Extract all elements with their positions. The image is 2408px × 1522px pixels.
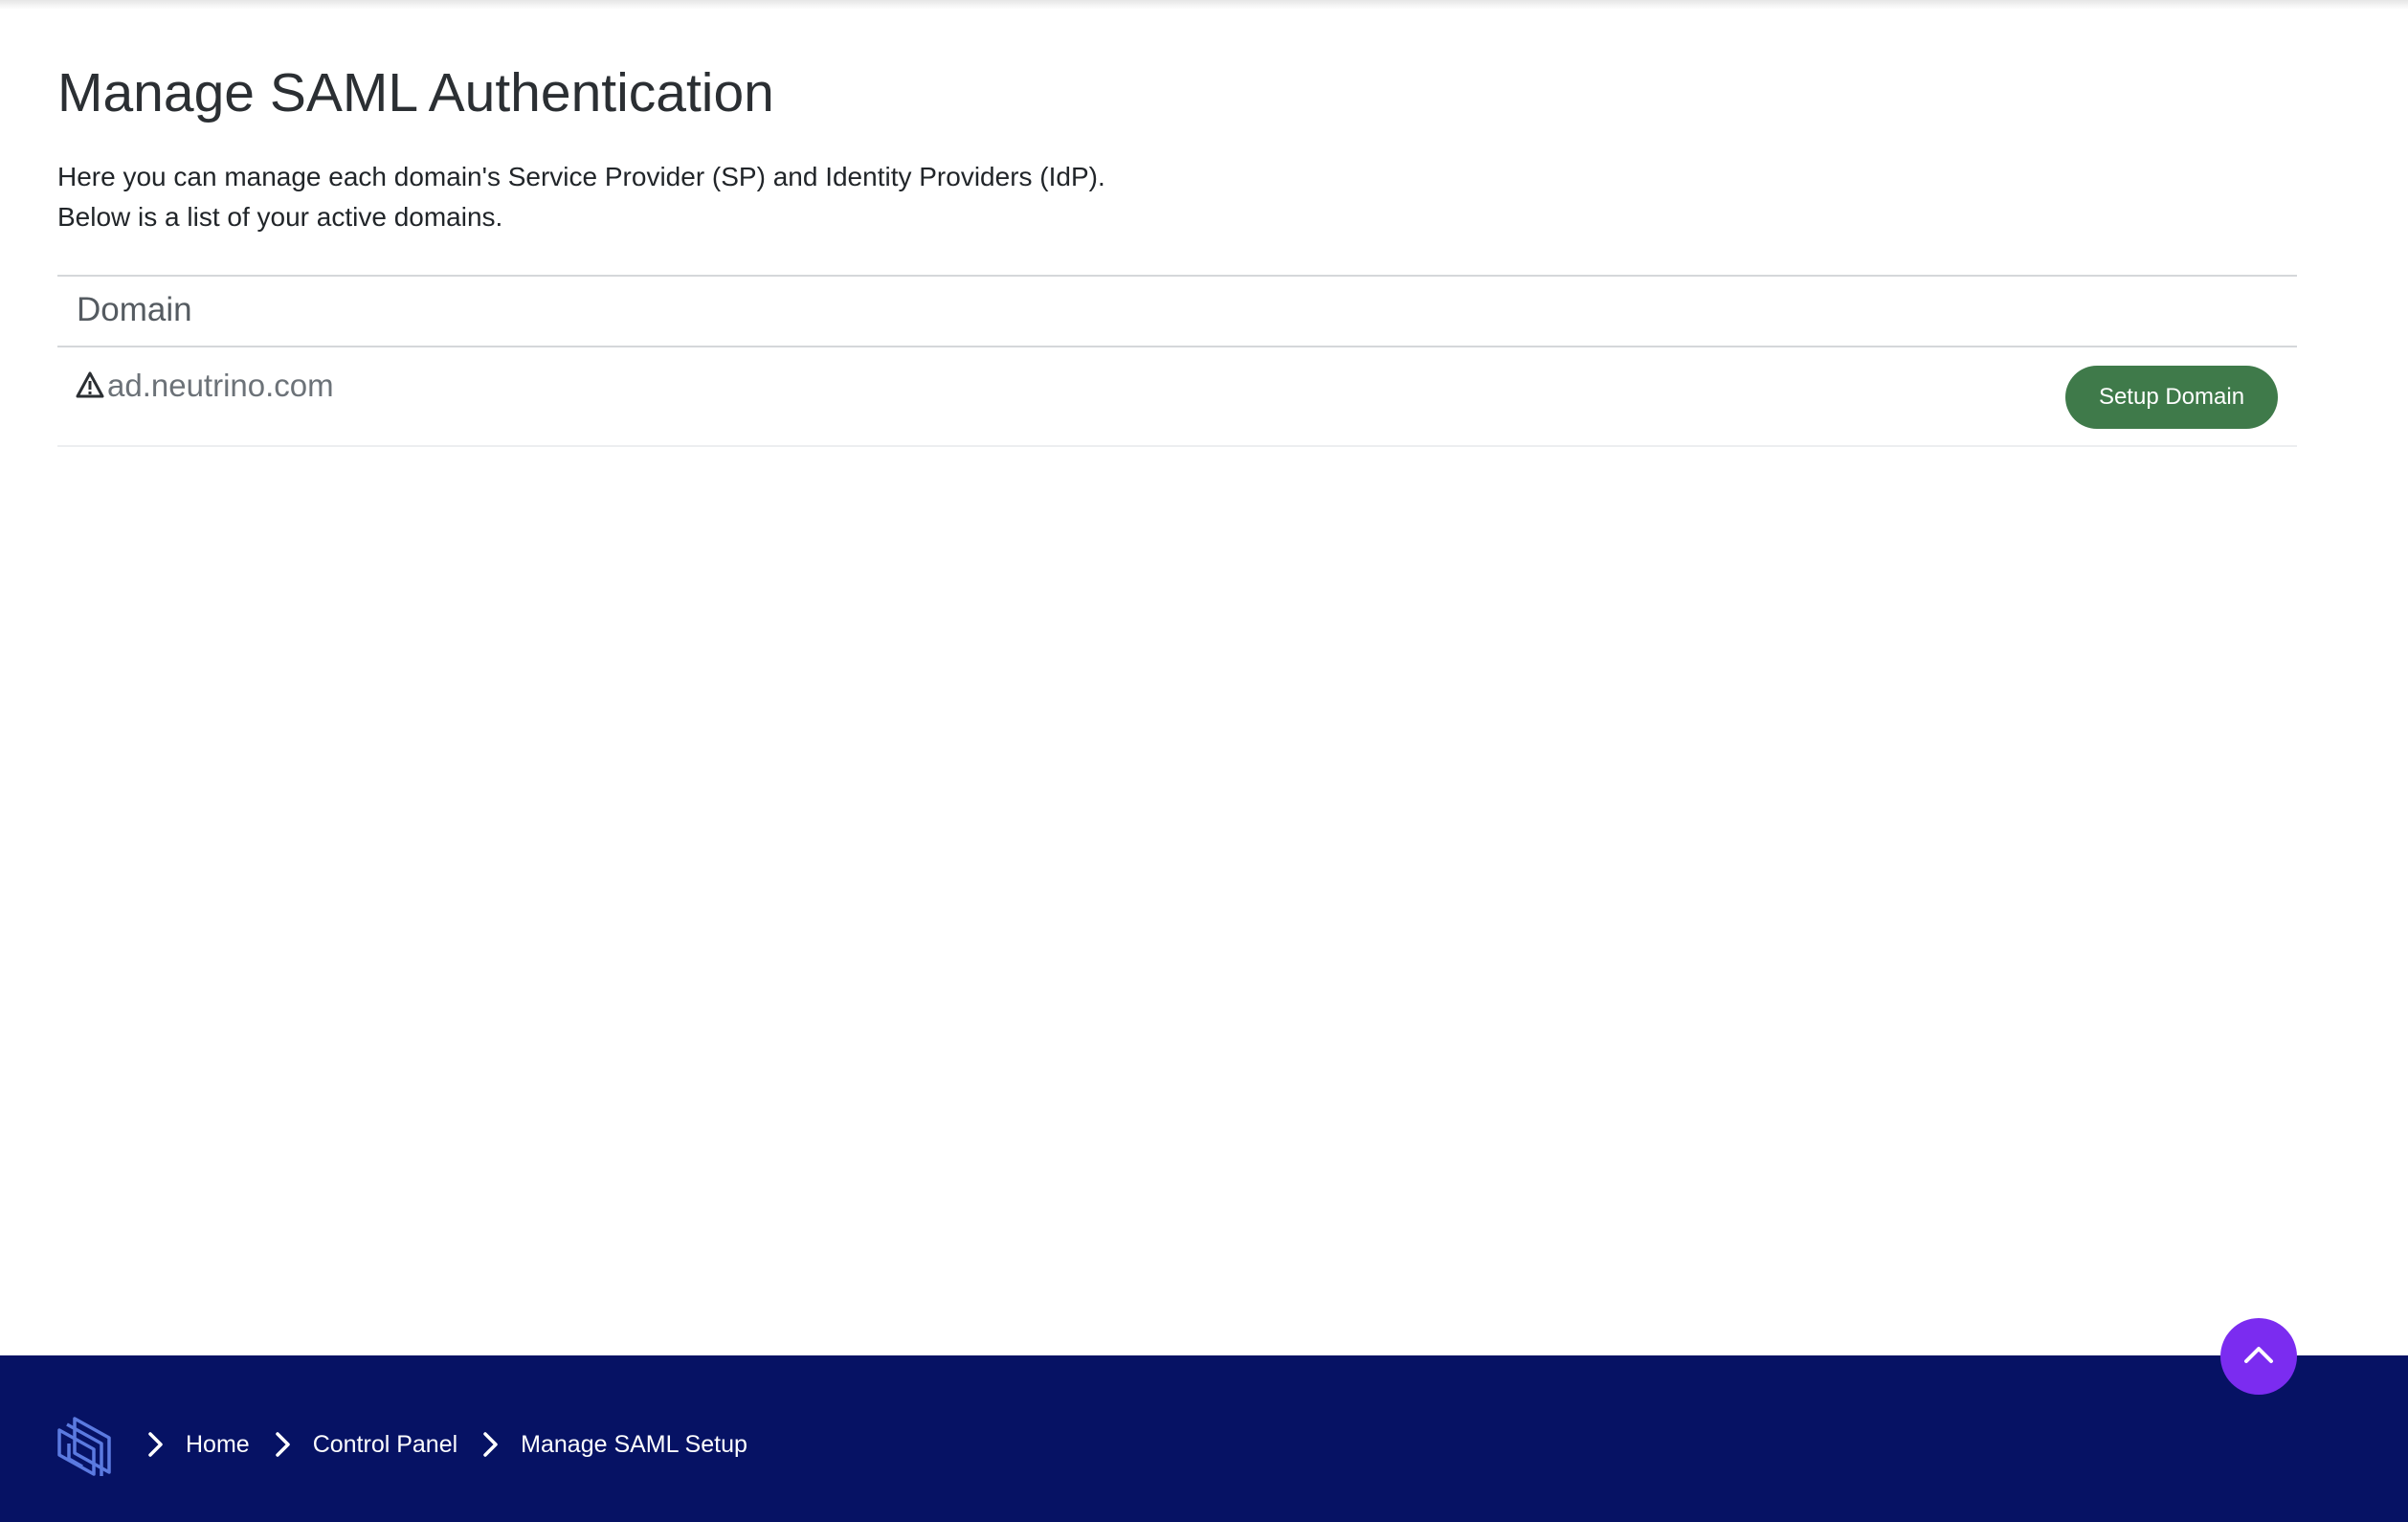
chevron-right-icon (144, 1430, 167, 1459)
domains-table: Domain ad.neutrino.com Setup Domain (57, 275, 2297, 447)
setup-domain-button[interactable]: Setup Domain (2065, 366, 2278, 429)
chevron-right-icon (271, 1430, 294, 1459)
top-shadow (0, 0, 2408, 10)
chevron-up-icon (2241, 1343, 2276, 1371)
page-title: Manage SAML Authentication (57, 62, 774, 123)
layers-logo-icon[interactable] (56, 1415, 113, 1476)
footer: Home Control Panel Manage SAML Setup (0, 1355, 2408, 1522)
column-header-domain: Domain (77, 291, 192, 328)
breadcrumb-control-panel[interactable]: Control Panel (313, 1431, 457, 1459)
domain-name: ad.neutrino.com (107, 368, 334, 403)
table-row: ad.neutrino.com Setup Domain (57, 347, 2297, 447)
warning-triangle-icon (76, 370, 104, 399)
table-header: Domain (57, 275, 2297, 347)
breadcrumb-manage-saml-setup[interactable]: Manage SAML Setup (521, 1431, 747, 1459)
breadcrumb-home[interactable]: Home (186, 1431, 250, 1459)
scroll-to-top-button[interactable] (2220, 1318, 2297, 1395)
intro-line-1: Here you can manage each domain's Servic… (57, 162, 1105, 191)
page-intro: Here you can manage each domain's Servic… (57, 157, 1105, 237)
intro-line-2: Below is a list of your active domains. (57, 202, 503, 232)
chevron-right-icon (479, 1430, 502, 1459)
breadcrumb: Home Control Panel Manage SAML Setup (144, 1422, 769, 1466)
